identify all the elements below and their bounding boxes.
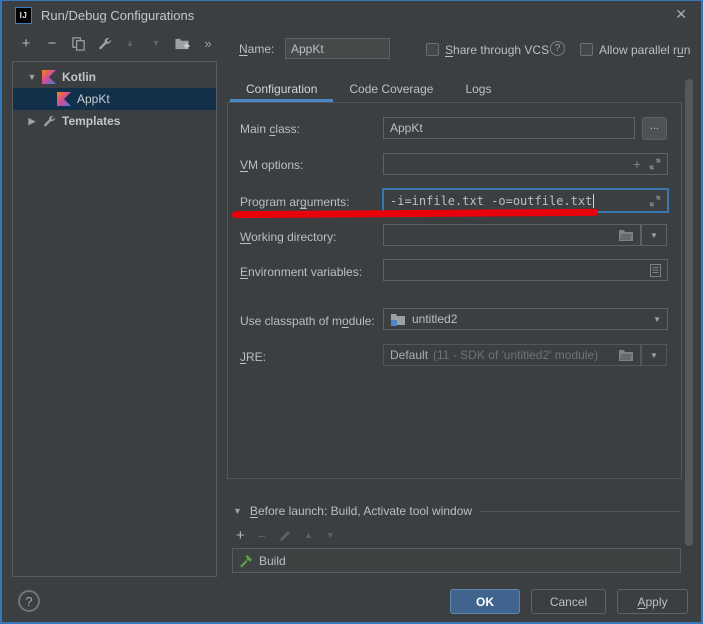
configurations-tree: ▼ Kotlin AppKt ▶ Templates xyxy=(12,61,217,577)
expand-arrow-icon[interactable]: ▶ xyxy=(27,116,37,127)
module-icon xyxy=(390,313,406,326)
add-configuration-button[interactable]: + xyxy=(18,35,34,51)
main-class-value: AppKt xyxy=(390,121,423,135)
window-title: Run/Debug Configurations xyxy=(41,8,194,23)
name-label: Name: xyxy=(239,42,274,56)
chevron-down-icon: ▼ xyxy=(653,315,661,324)
program-arguments-label: Program arguments: xyxy=(240,195,349,209)
intellij-app-icon: IJ xyxy=(15,7,32,24)
move-task-down-button[interactable]: ▼ xyxy=(326,531,335,540)
before-launch-title: Before launch: Build, Activate tool wind… xyxy=(250,504,472,518)
remove-configuration-button[interactable]: − xyxy=(44,35,60,51)
tab-code-coverage[interactable]: Code Coverage xyxy=(333,78,449,102)
before-launch-header[interactable]: ▼ Before launch: Build, Activate tool wi… xyxy=(233,504,680,518)
browse-main-class-button[interactable]: ... xyxy=(642,117,667,140)
ok-button[interactable]: OK xyxy=(450,589,520,614)
close-icon[interactable]: ✕ xyxy=(675,6,687,23)
chevron-down-icon: ▼ xyxy=(650,231,658,240)
kotlin-icon xyxy=(57,92,71,106)
use-classpath-of-module-label: Use classpath of module: xyxy=(240,314,375,328)
folder-icon[interactable] xyxy=(618,229,634,242)
working-directory-label: Working directory: xyxy=(240,230,336,244)
share-through-vcs-checkbox[interactable] xyxy=(426,43,439,56)
share-through-vcs-label: Share through VCS xyxy=(445,43,549,57)
tree-item-label: Kotlin xyxy=(62,70,96,84)
tree-item-templates[interactable]: ▶ Templates xyxy=(13,110,216,132)
before-launch-task-list: Build xyxy=(232,548,681,573)
create-folder-button[interactable] xyxy=(174,35,190,51)
chevron-down-icon: ▼ xyxy=(650,351,658,360)
tree-item-appkt-selected[interactable]: AppKt xyxy=(13,88,216,110)
task-label: Build xyxy=(259,554,286,568)
jre-hint: (11 - SDK of 'untitled2' module) xyxy=(433,348,598,362)
working-directory-input[interactable] xyxy=(383,224,641,246)
main-class-input[interactable]: AppKt xyxy=(383,117,635,139)
add-vm-option-icon[interactable]: + xyxy=(633,157,641,171)
vcs-help-icon[interactable]: ? xyxy=(550,41,565,56)
wrench-icon xyxy=(42,114,56,128)
vertical-scrollbar[interactable] xyxy=(685,79,693,546)
edit-defaults-wrench-icon[interactable] xyxy=(96,35,112,51)
help-button[interactable]: ? xyxy=(18,590,40,612)
environment-variables-input[interactable] xyxy=(383,259,668,281)
jre-value: Default xyxy=(390,348,428,362)
browse-list-icon[interactable] xyxy=(650,264,661,277)
jre-label: JRE: xyxy=(240,350,266,364)
add-task-button[interactable]: + xyxy=(236,528,245,543)
configuration-form: Main class: AppKt ... VM options: + Prog… xyxy=(227,102,682,479)
tree-item-label: Templates xyxy=(62,114,120,128)
move-up-button[interactable]: ▲ xyxy=(122,35,138,51)
text-caret xyxy=(593,194,594,208)
run-debug-configurations-dialog: IJ Run/Debug Configurations ✕ + − ▲ ▼ » … xyxy=(0,0,703,624)
main-class-label: Main class: xyxy=(240,122,300,136)
move-task-up-button[interactable]: ▲ xyxy=(304,531,313,540)
more-actions-button[interactable]: » xyxy=(200,35,216,51)
kotlin-icon xyxy=(42,70,56,84)
settings-tabs: Configuration Code Coverage Logs xyxy=(230,78,507,102)
divider xyxy=(480,511,680,512)
environment-variables-label: Environment variables: xyxy=(240,265,362,279)
edit-task-pencil-icon[interactable] xyxy=(279,530,291,542)
module-combobox[interactable]: untitled2 ▼ xyxy=(383,308,668,330)
jre-dropdown-button[interactable]: ▼ xyxy=(641,344,667,366)
collapse-arrow-icon[interactable]: ▼ xyxy=(233,506,242,516)
apply-button[interactable]: Apply xyxy=(617,589,688,614)
configurations-toolbar: + − ▲ ▼ » xyxy=(18,35,216,51)
tree-item-kotlin[interactable]: ▼ Kotlin xyxy=(13,66,216,88)
tab-configuration[interactable]: Configuration xyxy=(230,78,333,102)
remove-task-button[interactable]: − xyxy=(258,529,266,543)
working-directory-dropdown-button[interactable]: ▼ xyxy=(641,224,667,246)
folder-icon[interactable] xyxy=(618,349,634,362)
name-input[interactable] xyxy=(285,38,390,59)
title-bar[interactable]: IJ Run/Debug Configurations ✕ xyxy=(2,1,701,29)
vm-options-label: VM options: xyxy=(240,158,303,172)
vm-options-input[interactable]: + xyxy=(383,153,668,175)
allow-parallel-run-checkbox[interactable] xyxy=(580,43,593,56)
cancel-button[interactable]: Cancel xyxy=(531,589,606,614)
jre-combobox[interactable]: Default (11 - SDK of 'untitled2' module) xyxy=(383,344,641,366)
module-value: untitled2 xyxy=(412,312,457,326)
tab-logs[interactable]: Logs xyxy=(449,78,507,102)
tree-item-label: AppKt xyxy=(77,92,110,106)
build-hammer-icon xyxy=(239,554,253,568)
expand-field-icon[interactable] xyxy=(649,195,661,207)
copy-configuration-button[interactable] xyxy=(70,35,86,51)
move-down-button[interactable]: ▼ xyxy=(148,35,164,51)
allow-parallel-run-label: Allow parallel run xyxy=(599,43,690,57)
program-arguments-value: -i=infile.txt -o=outfile.txt xyxy=(390,194,592,208)
expand-field-icon[interactable] xyxy=(649,158,661,170)
before-launch-toolbar: + − ▲ ▼ xyxy=(236,528,335,543)
collapse-arrow-icon[interactable]: ▼ xyxy=(27,72,37,82)
